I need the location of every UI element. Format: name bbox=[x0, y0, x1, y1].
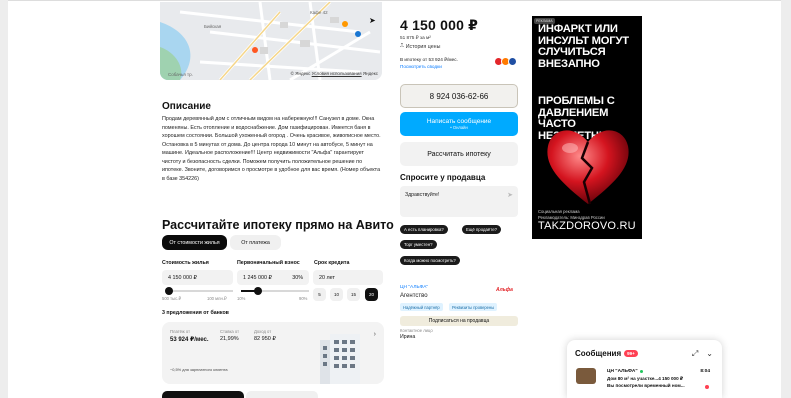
show-phone-button[interactable]: 8 924 036-62-66 bbox=[400, 84, 518, 108]
chart-icon: ⎍ bbox=[400, 43, 404, 49]
verified-badge: Реквизиты проверены bbox=[449, 303, 498, 311]
bank-offers-title: 3 предложения от банков bbox=[162, 310, 229, 316]
rate-label: Ставка от bbox=[220, 329, 240, 334]
mortgage-title: Рассчитайте ипотеку прямо на Авито bbox=[162, 218, 394, 232]
rate-value: 21,99% bbox=[220, 336, 239, 342]
seller-name-link[interactable]: ЦН "АЛЬФА" bbox=[400, 285, 428, 290]
chat-time: 8:04 bbox=[700, 369, 710, 374]
chat-sender: ЦН "АЛЬФА" bbox=[607, 369, 643, 374]
map-attribution: © Яндекс Условия использования Яндекс bbox=[290, 71, 378, 76]
seller-logo[interactable]: Альфа bbox=[496, 287, 513, 293]
contact-person-label: Контактное лицо bbox=[400, 328, 433, 333]
messages-widget[interactable]: Сообщения 99+ ⤢ ⌄ ЦН "АЛЬФА" 8:04 Дом 80 м… bbox=[567, 340, 722, 398]
online-status: • Онлайн bbox=[450, 125, 468, 130]
send-icon[interactable]: ➤ bbox=[507, 191, 513, 199]
payment-value: 53 924 ₽/мес. bbox=[170, 337, 209, 343]
term-label: Срок кредита bbox=[314, 260, 350, 266]
navigation-arrow-icon[interactable]: ➤ bbox=[369, 16, 376, 25]
ad-headline: ИНФАРКТ ИЛИ ИНСУЛЬТ МОГУТ СЛУЧИТЬСЯ ВНЕЗ… bbox=[538, 23, 629, 70]
chevron-right-icon[interactable]: › bbox=[374, 331, 376, 338]
quick-question-chip[interactable]: Когда можно посмотреть? bbox=[400, 256, 460, 265]
messages-title: Сообщения 99+ bbox=[575, 349, 638, 358]
contact-person-name: Ирина bbox=[400, 334, 416, 340]
term-option-5[interactable]: 5 bbox=[313, 288, 326, 301]
map-place-label: Кафе 42 bbox=[310, 10, 328, 15]
mortgage-teaser: В ипотеку от 53 924 ₽/мес. bbox=[400, 57, 458, 62]
down-slider-max: 90% bbox=[299, 296, 308, 301]
quick-question-chip[interactable]: А есть планировка? bbox=[400, 225, 448, 234]
bank-offer-card[interactable]: Платёж от 53 924 ₽/мес. Ставка от 21,99%… bbox=[162, 322, 384, 384]
seller-type: Агентство bbox=[400, 293, 428, 299]
mortgage-apply-button[interactable] bbox=[162, 391, 244, 398]
income-value: 82 950 ₽ bbox=[254, 336, 276, 342]
ad-banner[interactable]: РЕКЛАМА ИНФАРКТ ИЛИ ИНСУЛЬТ МОГУТ СЛУЧИТ… bbox=[532, 16, 642, 239]
building-illustration bbox=[320, 334, 360, 384]
price-input[interactable]: 4 150 000 ₽ bbox=[162, 270, 233, 285]
term-option-10[interactable]: 10 bbox=[330, 288, 343, 301]
ask-seller-input[interactable]: Здравствуйте! ➤ bbox=[400, 186, 518, 217]
chat-preview-text: Вы посмотрели временный ном... bbox=[607, 383, 685, 388]
price-slider-min: 500 тыс.₽ bbox=[162, 296, 181, 301]
bank-logo-icon bbox=[508, 57, 517, 66]
term-input[interactable]: 20 лет bbox=[313, 270, 383, 285]
unread-dot-icon bbox=[705, 385, 709, 389]
top-divider bbox=[8, 0, 781, 1]
ad-site: TAKZDOROVO.RU bbox=[538, 220, 636, 232]
payment-label: Платёж от bbox=[170, 329, 191, 334]
tab-from-price[interactable]: От стоимости жилья bbox=[162, 235, 227, 250]
online-dot-icon bbox=[639, 370, 643, 373]
chat-preview-title: Дом 80 м² на участке...4 150 000 ₽ bbox=[607, 376, 684, 381]
price-slider[interactable] bbox=[164, 287, 233, 295]
map-terms-link[interactable]: Условия использования bbox=[312, 71, 362, 76]
map-graphic bbox=[160, 2, 382, 80]
quick-question-chip[interactable]: Торг уместен? bbox=[400, 240, 437, 249]
term-option-15[interactable]: 15 bbox=[347, 288, 360, 301]
map-street-label: Бийская bbox=[204, 24, 222, 29]
chevron-down-icon[interactable]: ⌄ bbox=[706, 349, 713, 359]
description-title: Описание bbox=[162, 101, 211, 112]
calculate-mortgage-button[interactable]: Рассчитать ипотеку bbox=[400, 142, 518, 166]
offer-note: −0,5% для зарплатного клиента bbox=[170, 367, 228, 372]
listing-price: 4 150 000 ₽ bbox=[400, 17, 479, 33]
bank-logos bbox=[494, 57, 520, 67]
subscribe-seller-button[interactable]: Подписаться на продавца bbox=[400, 316, 518, 326]
mortgage-teaser-link[interactable]: Посмотреть сводки bbox=[400, 64, 442, 69]
page: Бийская Собачья тр. Кафе 42 © Яндекс Усл… bbox=[0, 0, 791, 398]
left-gutter bbox=[0, 0, 8, 398]
price-slider-knob[interactable] bbox=[164, 287, 173, 295]
location-map[interactable]: Бийская Собачья тр. Кафе 42 © Яндекс Усл… bbox=[160, 2, 382, 80]
price-slider-max: 100 млн.₽ bbox=[207, 296, 227, 301]
ask-seller-title: Спросите у продавца bbox=[400, 173, 486, 182]
broken-heart-icon bbox=[547, 130, 629, 205]
quick-question-chip[interactable]: Ещё продаёте? bbox=[462, 225, 501, 234]
map-street-label: Собачья тр. bbox=[168, 72, 193, 77]
down-slider-knob[interactable] bbox=[254, 287, 262, 295]
right-scrollbar[interactable] bbox=[781, 0, 791, 398]
tab-from-payment[interactable]: От платежа bbox=[230, 235, 281, 250]
mortgage-secondary-button[interactable] bbox=[246, 391, 318, 398]
ad-disclaimer: Социальная реклама Рекламодатель: Минздра… bbox=[538, 209, 605, 220]
price-label: Стоимость жилья bbox=[162, 260, 209, 266]
term-option-20[interactable]: 20 bbox=[365, 288, 378, 301]
price-history-link[interactable]: ⎍ История цены bbox=[400, 43, 440, 50]
write-message-button[interactable]: Написать сообщение • Онлайн bbox=[400, 112, 518, 136]
down-payment-input[interactable]: 1 245 000 ₽30% bbox=[237, 270, 309, 285]
down-payment-slider[interactable] bbox=[241, 287, 309, 295]
unread-badge: 99+ bbox=[624, 350, 638, 357]
trust-badge: Надёжный партнёр bbox=[400, 303, 443, 311]
expand-icon[interactable]: ⤢ bbox=[692, 349, 698, 359]
listing-thumbnail bbox=[576, 368, 596, 384]
income-label: Доход от bbox=[254, 329, 272, 334]
description-text: Продам деревянный дом с отличным видом н… bbox=[162, 116, 381, 182]
down-payment-label: Первоначальный взнос bbox=[237, 260, 300, 266]
down-payment-percent: 30% bbox=[292, 274, 303, 281]
down-slider-min: 10% bbox=[237, 296, 246, 301]
price-per-m2: 51 875 ₽ за м² bbox=[400, 35, 431, 40]
